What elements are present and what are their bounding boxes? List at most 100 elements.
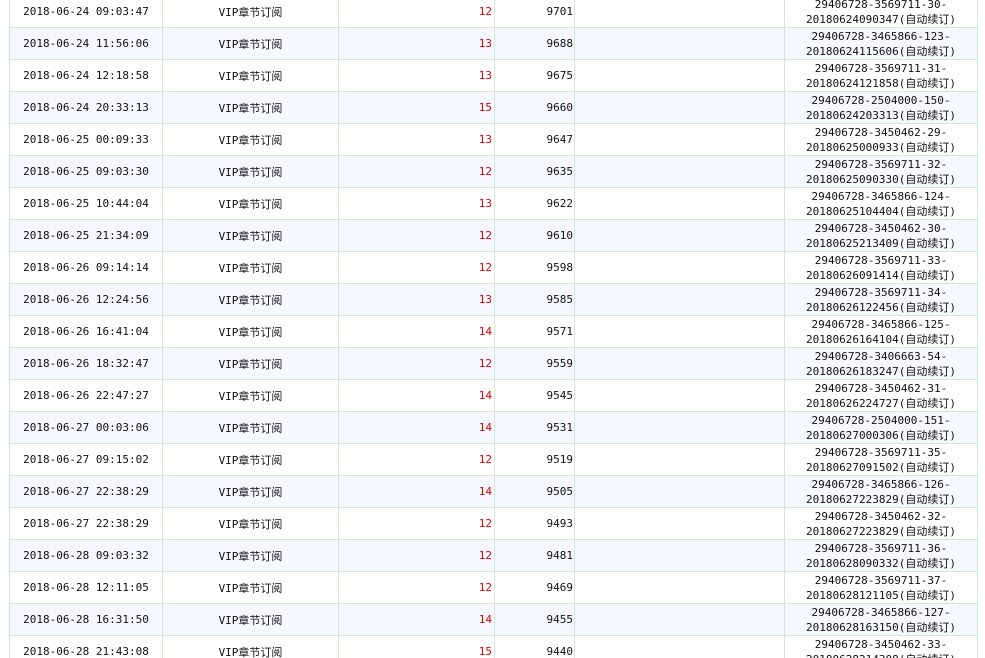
record-balance: 9559 [494, 347, 575, 380]
record-order: 29406728-3569711-37- 20180628121105(自动续订) [784, 571, 978, 604]
record-type: VIP章节订阅 [162, 219, 339, 252]
record-balance: 9688 [494, 27, 575, 60]
record-blank-cell [574, 507, 785, 540]
record-time: 2018-06-26 12:24:56 [9, 283, 163, 316]
record-order-detail: 20180626091414(自动续订) [806, 268, 956, 282]
record-order-detail: 20180627223829(自动续订) [806, 492, 956, 506]
record-order: 29406728-3465866-127- 20180628163150(自动续订… [784, 603, 978, 636]
record-time: 2018-06-26 16:41:04 [9, 315, 163, 348]
record-time: 2018-06-28 21:43:08 [9, 635, 163, 658]
record-balance: 9598 [494, 251, 575, 284]
record-amount: 12 [338, 251, 495, 284]
table-row: 2018-06-28 12:11:05 VIP章节订阅 12 9469 29406728… [9, 571, 978, 604]
record-blank-cell [574, 315, 785, 348]
table-row: 2018-06-27 22:38:29 VIP章节订阅 14 9505 29406728… [9, 475, 978, 508]
record-amount: 15 [338, 635, 495, 658]
record-type: VIP章节订阅 [162, 347, 339, 380]
table-row: 2018-06-24 11:56:06 VIP章节订阅 13 9688 29406728… [9, 27, 978, 60]
table-row: 2018-06-26 12:24:56 VIP章节订阅 13 9585 29406728… [9, 283, 978, 316]
record-balance: 9635 [494, 155, 575, 188]
record-order: 29406728-3450462-30- 20180625213409(自动续订) [784, 219, 978, 252]
record-order-id: 29406728-3569711-36- [814, 541, 948, 555]
record-order-id: 29406728-3569711-31- [814, 61, 948, 75]
table-row: 2018-06-25 21:34:09 VIP章节订阅 12 9610 29406728… [9, 219, 978, 252]
record-order: 29406728-3450462-29- 20180625000933(自动续订) [784, 123, 978, 156]
record-type: VIP章节订阅 [162, 603, 339, 636]
record-time: 2018-06-28 16:31:50 [9, 603, 163, 636]
record-balance: 9531 [494, 411, 575, 444]
record-order-detail: 20180627091502(自动续订) [806, 460, 956, 474]
record-order: 29406728-2504000-150- 20180624203313(自动续订… [784, 91, 978, 124]
table-row: 2018-06-25 09:03:30 VIP章节订阅 12 9635 29406728… [9, 155, 978, 188]
record-amount: 15 [338, 91, 495, 124]
record-time: 2018-06-24 12:18:58 [9, 59, 163, 92]
record-amount: 14 [338, 475, 495, 508]
record-order-detail: 20180624203313(自动续订) [806, 108, 956, 122]
table-row: 2018-06-26 09:14:14 VIP章节订阅 12 9598 29406728… [9, 251, 978, 284]
record-type: VIP章节订阅 [162, 251, 339, 284]
record-order: 29406728-3465866-124- 20180625104404(自动续订… [784, 187, 978, 220]
record-order-id: 29406728-2504000-150- [811, 93, 951, 107]
record-amount: 13 [338, 283, 495, 316]
table-row: 2018-06-27 00:03:06 VIP章节订阅 14 9531 29406728… [9, 411, 978, 444]
record-time: 2018-06-26 22:47:27 [9, 379, 163, 412]
record-amount: 14 [338, 379, 495, 412]
record-blank-cell [574, 91, 785, 124]
table-row: 2018-06-24 09:03:47 VIP章节订阅 12 9701 29406728… [9, 0, 978, 28]
table-row: 2018-06-27 22:38:29 VIP章节订阅 12 9493 29406728… [9, 507, 978, 540]
record-type: VIP章节订阅 [162, 59, 339, 92]
record-time: 2018-06-25 10:44:04 [9, 187, 163, 220]
table-row: 2018-06-26 16:41:04 VIP章节订阅 14 9571 29406728… [9, 315, 978, 348]
record-amount: 12 [338, 571, 495, 604]
record-order-detail: 20180624115606(自动续订) [806, 44, 956, 58]
record-order-detail: 20180625090330(自动续订) [806, 172, 956, 186]
table-row: 2018-06-27 09:15:02 VIP章节订阅 12 9519 29406728… [9, 443, 978, 476]
table-row: 2018-06-28 09:03:32 VIP章节订阅 12 9481 29406728… [9, 539, 978, 572]
record-blank-cell [574, 347, 785, 380]
record-time: 2018-06-26 18:32:47 [9, 347, 163, 380]
record-order-id: 29406728-3569711-37- [814, 573, 948, 587]
record-type: VIP章节订阅 [162, 123, 339, 156]
record-order-detail: 20180626224727(自动续订) [806, 396, 956, 410]
record-time: 2018-06-27 00:03:06 [9, 411, 163, 444]
record-order-id: 29406728-3450462-32- [814, 509, 948, 523]
record-blank-cell [574, 475, 785, 508]
record-order: 29406728-3450462-33-20180628214308(自动续订) [784, 635, 978, 658]
record-amount: 14 [338, 315, 495, 348]
record-order-id: 29406728-3450462-30- [814, 221, 948, 235]
record-order-detail: 20180627223829(自动续订) [806, 524, 956, 538]
record-order-id: 29406728-3569711-30- [814, 0, 948, 11]
table-row: 2018-06-28 21:43:08 VIP章节订阅 15 9440 29406728… [9, 635, 978, 658]
record-order: 29406728-3569711-31- 20180624121858(自动续订) [784, 59, 978, 92]
record-order-id: 29406728-3465866-125- [811, 317, 951, 331]
record-amount: 12 [338, 507, 495, 540]
record-amount: 13 [338, 123, 495, 156]
record-order-id: 29406728-3406663-54- [814, 349, 948, 363]
record-amount: 14 [338, 411, 495, 444]
record-type: VIP章节订阅 [162, 539, 339, 572]
subscription-records-page: 2018-06-24 09:03:47 VIP章节订阅 12 9701 29406728… [0, 0, 985, 658]
record-order: 29406728-3569711-33- 20180626091414(自动续订) [784, 251, 978, 284]
record-order: 29406728-3465866-123- 20180624115606(自动续订… [784, 27, 978, 60]
record-blank-cell [574, 283, 785, 316]
record-type: VIP章节订阅 [162, 187, 339, 220]
record-balance: 9571 [494, 315, 575, 348]
record-blank-cell [574, 27, 785, 60]
record-balance: 9493 [494, 507, 575, 540]
record-time: 2018-06-27 09:15:02 [9, 443, 163, 476]
record-blank-cell [574, 187, 785, 220]
record-blank-cell [574, 603, 785, 636]
record-time: 2018-06-25 09:03:30 [9, 155, 163, 188]
record-order: 29406728-3569711-36- 20180628090332(自动续订) [784, 539, 978, 572]
record-type: VIP章节订阅 [162, 0, 339, 28]
record-balance: 9622 [494, 187, 575, 220]
record-balance: 9585 [494, 283, 575, 316]
record-blank-cell [574, 635, 785, 658]
table-row: 2018-06-26 18:32:47 VIP章节订阅 12 9559 29406728… [9, 347, 978, 380]
table-row: 2018-06-25 00:09:33 VIP章节订阅 13 9647 29406728… [9, 123, 978, 156]
record-blank-cell [574, 155, 785, 188]
record-time: 2018-06-25 21:34:09 [9, 219, 163, 252]
record-type: VIP章节订阅 [162, 635, 339, 658]
record-balance: 9481 [494, 539, 575, 572]
record-balance: 9519 [494, 443, 575, 476]
